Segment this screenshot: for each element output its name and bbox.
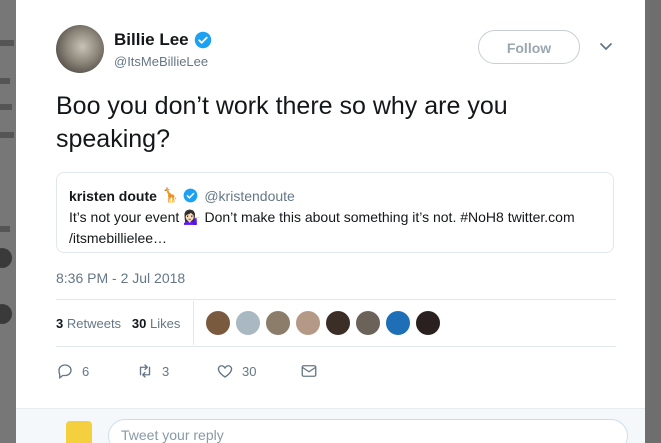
divider	[56, 346, 616, 347]
giraffe-emoji: 🦒	[161, 187, 180, 203]
author-name[interactable]: Billie Lee	[114, 30, 189, 50]
stats-divider	[193, 301, 194, 345]
likes-stat[interactable]: 30 Likes	[132, 316, 180, 331]
retweet-count: 3	[162, 363, 170, 379]
liker-avatar[interactable]	[295, 310, 321, 336]
quoted-text: It’s not your event 💁🏻‍♀️ Don’t make thi…	[69, 209, 575, 246]
liker-avatar[interactable]	[415, 310, 441, 336]
action-bar: 6 3 30	[56, 362, 318, 380]
retweets-label: Retweets	[66, 316, 122, 331]
quoted-author-handle: @kristendoute	[204, 187, 295, 204]
tweet-stats: 3 Retweets 30 Likes	[56, 316, 180, 331]
likes-count: 30	[131, 316, 147, 331]
reply-button[interactable]: 6	[56, 362, 136, 380]
like-count: 30	[242, 363, 257, 379]
liker-avatar[interactable]	[325, 310, 351, 336]
background-text	[0, 226, 10, 232]
tweet-card: Billie Lee @ItsMeBillieLee Follow Boo yo…	[16, 0, 645, 443]
author-name-row[interactable]: Billie Lee	[114, 30, 212, 50]
tweet-timestamp[interactable]: 8:36 PM - 2 Jul 2018	[56, 270, 185, 286]
background-page	[0, 0, 16, 443]
retweets-count: 3	[56, 316, 64, 331]
verified-icon	[194, 31, 211, 49]
background-text	[0, 104, 12, 110]
divider	[56, 299, 616, 300]
like-icon	[217, 365, 233, 378]
background-avatar	[0, 304, 12, 324]
liker-avatar[interactable]	[205, 310, 231, 336]
quoted-tweet[interactable]: kristen doute 🦒 @kristendoute It’s not y…	[56, 172, 614, 253]
current-user-avatar	[66, 421, 92, 443]
author-handle[interactable]: @ItsMeBillieLee	[114, 54, 208, 69]
reply-input[interactable]: Tweet your reply	[108, 419, 628, 443]
retweet-icon	[139, 364, 151, 378]
likes-label: Likes	[150, 316, 181, 331]
like-button[interactable]: 30	[216, 362, 300, 380]
liker-avatars	[205, 310, 445, 336]
background-avatar	[0, 248, 12, 268]
liker-avatar[interactable]	[385, 310, 411, 336]
retweets-stat[interactable]: 3 Retweets	[56, 316, 121, 331]
tweet-text: Boo you don’t work there so why are you …	[56, 92, 508, 153]
background-text	[0, 40, 14, 46]
quoted-author-row: kristen doute 🦒 @kristendoute	[69, 187, 295, 204]
chevron-down-icon[interactable]	[598, 38, 614, 54]
follow-button[interactable]: Follow	[478, 30, 580, 64]
author-avatar[interactable]	[56, 25, 104, 73]
background-text	[0, 132, 14, 138]
reply-icon	[58, 364, 72, 380]
quoted-author-name: kristen doute	[69, 187, 157, 204]
background-text	[0, 78, 10, 84]
retweet-button[interactable]: 3	[136, 362, 216, 380]
verified-icon	[183, 188, 198, 203]
liker-avatar[interactable]	[235, 310, 261, 336]
reply-bar: Tweet your reply	[16, 408, 645, 443]
dm-button[interactable]	[300, 362, 318, 380]
liker-avatar[interactable]	[355, 310, 381, 336]
liker-avatar[interactable]	[265, 310, 291, 336]
reply-count: 6	[82, 363, 90, 379]
dm-icon	[301, 365, 317, 377]
